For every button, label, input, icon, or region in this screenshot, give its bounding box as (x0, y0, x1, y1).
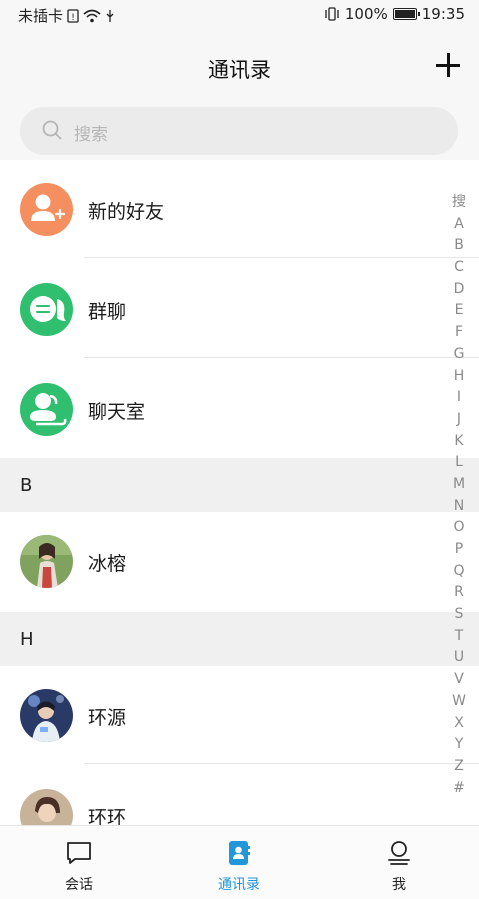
profile-icon (388, 841, 410, 865)
index-letter[interactable]: X (451, 713, 467, 735)
index-letter[interactable]: W (451, 691, 467, 713)
search-placeholder: 搜索 (74, 125, 108, 145)
group-chat-icon (20, 283, 73, 336)
list-item-label: 新的好友 (88, 201, 165, 223)
index-letter[interactable]: D (451, 279, 467, 301)
contact-list[interactable]: 新的好友 群聊 聊天室 B 冰榕 H 环源 环环 (0, 160, 479, 825)
wifi-icon (83, 9, 101, 22)
index-letter[interactable]: I (451, 387, 467, 409)
contact-name: 环环 (88, 807, 127, 825)
search-icon (42, 120, 62, 140)
index-letter[interactable]: C (451, 257, 467, 279)
tab-me[interactable]: 我 (339, 826, 459, 899)
page-title: 通讯录 (208, 58, 271, 82)
contact-row[interactable]: 冰榕 (0, 512, 479, 610)
tab-label: 通讯录 (218, 877, 260, 893)
index-letter[interactable]: M (451, 474, 467, 496)
contacts-book-icon (229, 841, 250, 865)
avatar (20, 535, 73, 588)
list-item-label: 群聊 (88, 301, 127, 323)
battery-icon (392, 8, 420, 20)
usb-icon (106, 9, 114, 22)
divider (84, 257, 479, 258)
index-letter[interactable]: # (451, 778, 467, 800)
tab-contacts[interactable]: 通讯录 (179, 826, 299, 899)
contact-name: 环源 (88, 707, 127, 729)
divider (84, 357, 479, 358)
index-letter[interactable]: F (451, 322, 467, 344)
index-letter[interactable]: P (451, 539, 467, 561)
index-letter[interactable]: O (451, 517, 467, 539)
status-bar: 未插卡 ! 100% 19:35 (0, 0, 479, 28)
index-letter[interactable]: H (451, 366, 467, 388)
chatroom-icon (20, 383, 73, 436)
index-letter[interactable]: N (451, 496, 467, 518)
index-letter[interactable]: Q (451, 561, 467, 583)
navigation-bar: 通讯录 (0, 28, 479, 108)
section-letter: H (20, 629, 34, 650)
index-letter[interactable]: B (451, 235, 467, 257)
list-item-label: 聊天室 (88, 401, 146, 423)
chat-bubble-icon (67, 842, 91, 864)
tab-label: 会话 (65, 877, 93, 893)
index-letter[interactable]: Y (451, 734, 467, 756)
index-letter[interactable]: A (451, 214, 467, 236)
contact-name: 冰榕 (88, 553, 127, 575)
tab-label: 我 (392, 877, 406, 893)
index-letter[interactable]: S (451, 604, 467, 626)
sim-icon: ! (67, 8, 79, 23)
bottom-tab-bar: 会话 通讯录 我 (0, 825, 479, 899)
clock-time: 19:35 (421, 5, 465, 23)
index-letter[interactable]: U (451, 647, 467, 669)
list-item-chatroom[interactable]: 聊天室 (0, 360, 479, 458)
index-letter[interactable]: Z (451, 756, 467, 778)
section-letter: B (20, 475, 33, 496)
contact-row[interactable]: 环环 (0, 766, 479, 825)
add-contact-button[interactable] (435, 52, 461, 78)
index-letter[interactable]: V (451, 669, 467, 691)
index-letter[interactable]: E (451, 300, 467, 322)
add-friend-icon (20, 183, 73, 236)
list-item-new-friends[interactable]: 新的好友 (0, 160, 479, 258)
avatar (20, 789, 73, 825)
index-letter[interactable]: L (451, 452, 467, 474)
index-letter[interactable]: T (451, 626, 467, 648)
vibrate-icon (325, 7, 339, 21)
battery-percent: 100% (344, 5, 388, 23)
tab-conversations[interactable]: 会话 (19, 826, 139, 899)
divider (84, 763, 479, 764)
section-header-b: B (0, 458, 479, 512)
carrier-text: 未插卡 (18, 7, 64, 25)
index-letter[interactable]: K (451, 431, 467, 453)
index-letter[interactable]: G (451, 344, 467, 366)
search-bar[interactable]: 搜索 (20, 107, 458, 155)
contact-row[interactable]: 环源 (0, 666, 479, 764)
index-letter[interactable]: 搜 (451, 192, 467, 214)
alphabet-index-bar[interactable]: 搜 A B C D E F G H I J K L M N O P Q R S T U V W X Y Z # (451, 192, 467, 799)
avatar (20, 689, 73, 742)
svg-text:!: ! (71, 13, 75, 23)
section-header-h: H (0, 612, 479, 666)
list-item-group-chat[interactable]: 群聊 (0, 260, 479, 358)
index-letter[interactable]: J (451, 409, 467, 431)
index-letter[interactable]: R (451, 582, 467, 604)
